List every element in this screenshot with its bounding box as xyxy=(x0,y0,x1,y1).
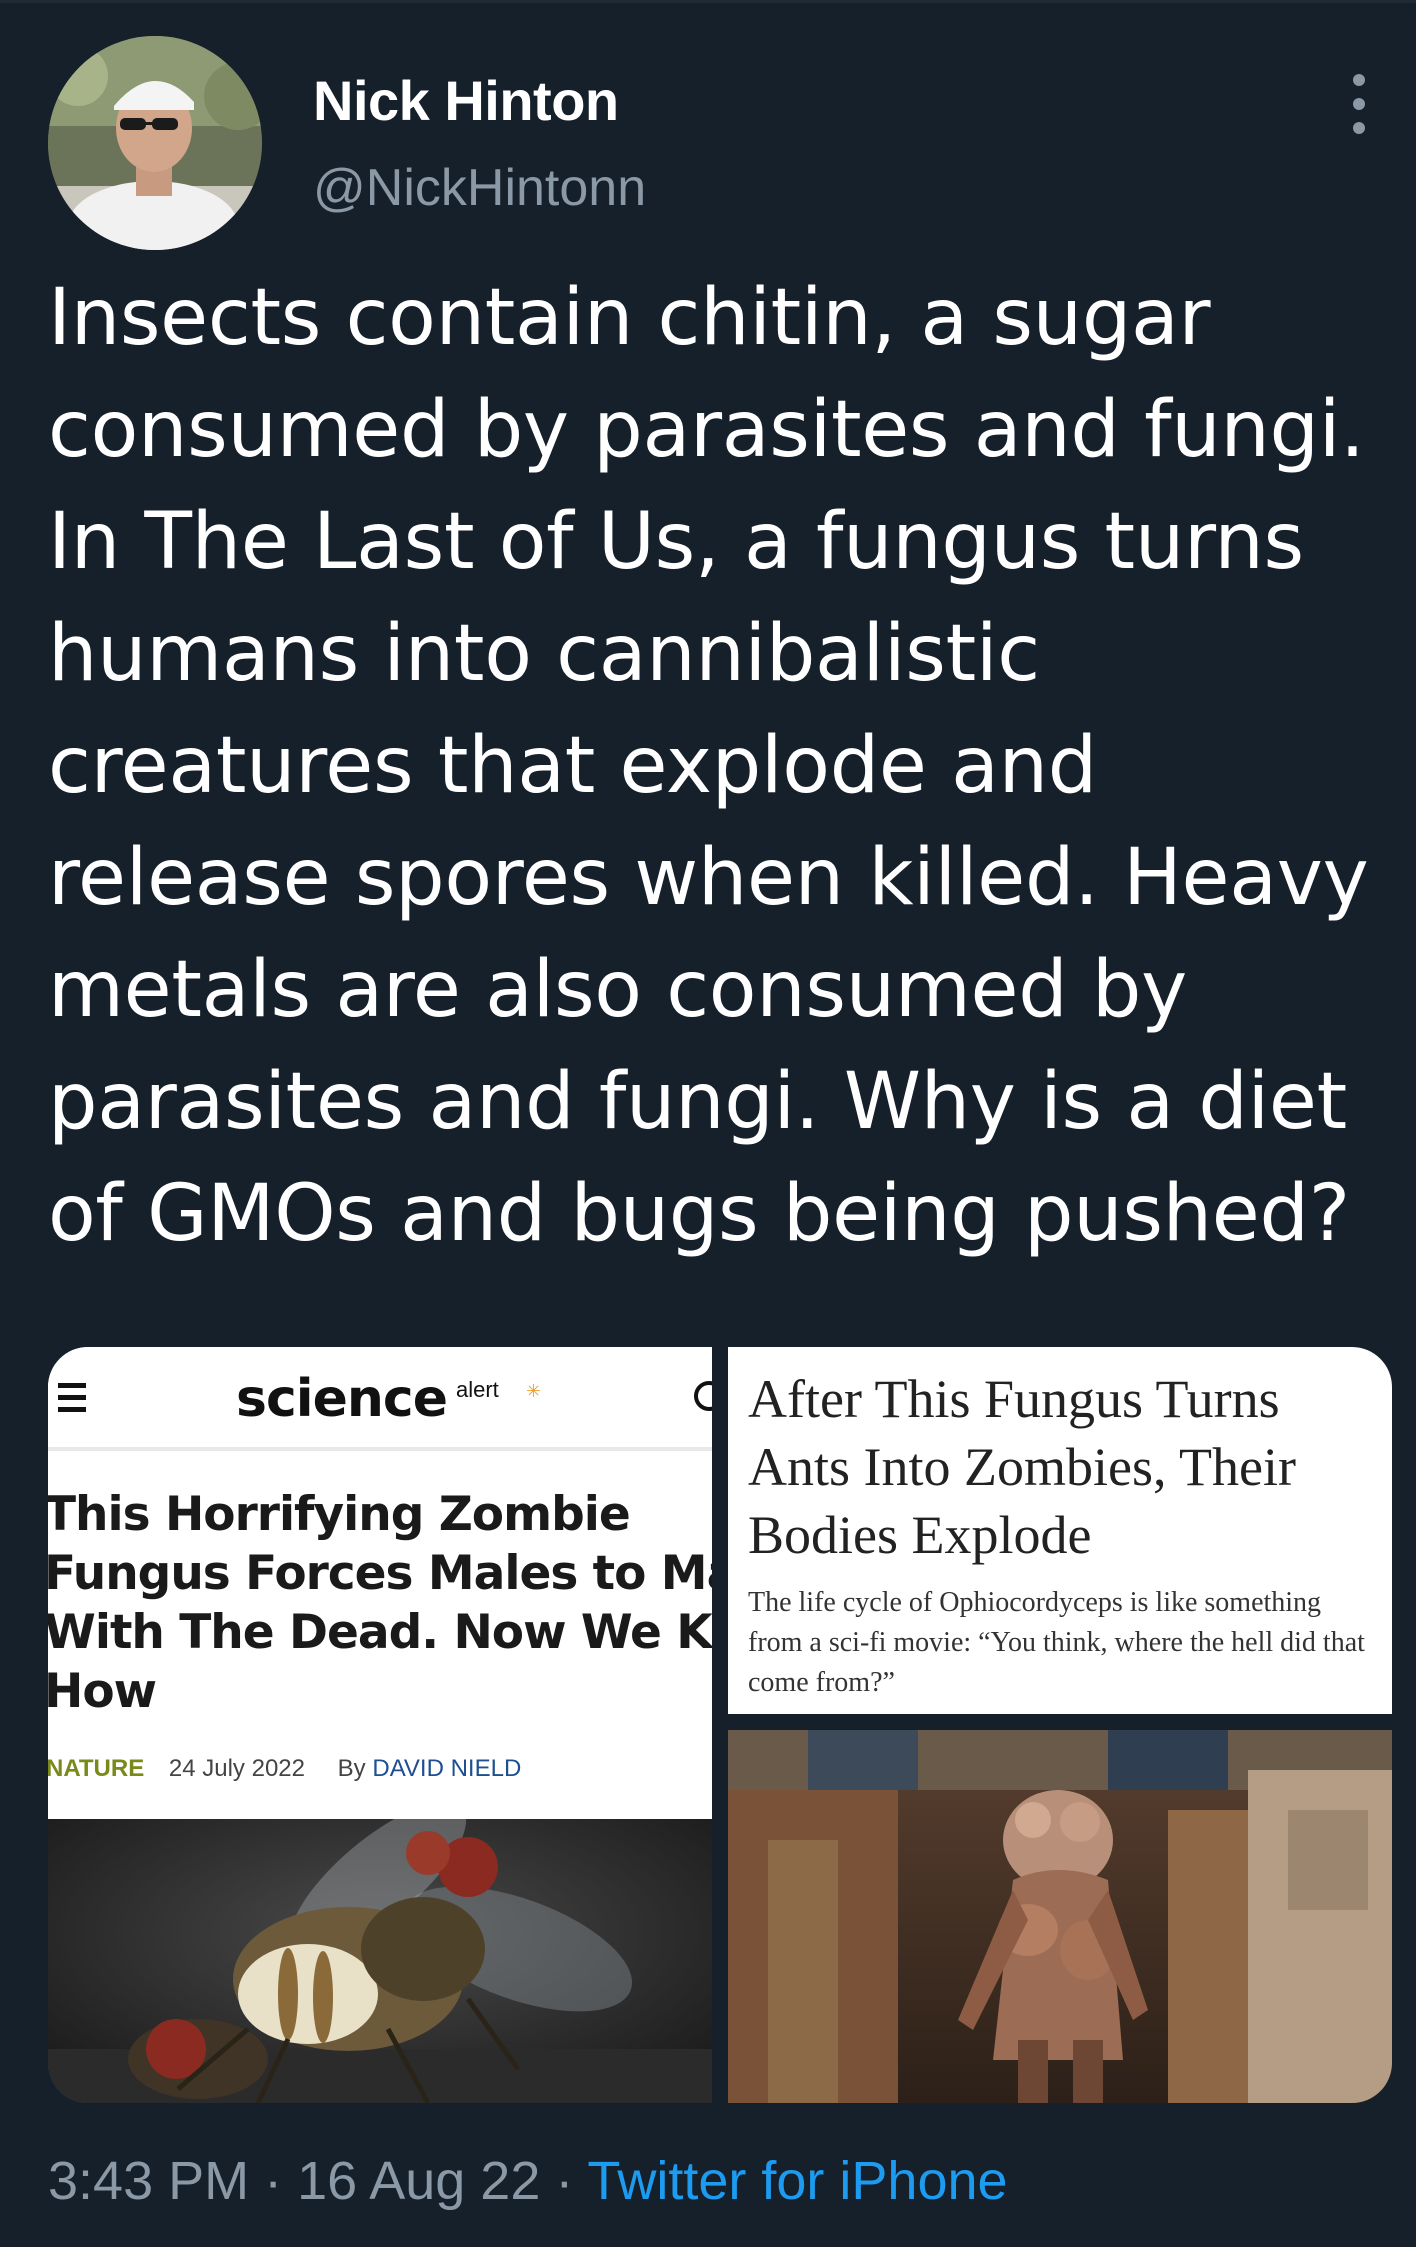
science-alert-logo: science xyxy=(236,1369,448,1429)
tweet-date: 16 Aug 22 xyxy=(297,2151,541,2211)
media-grid: science alert ✳ This Horrifying Zombie F… xyxy=(48,1347,1392,2103)
tweet-meta: 3:43 PM · 16 Aug 22 · Twitter for iPhone xyxy=(48,2150,1008,2212)
author-handle[interactable]: @NickHintonn xyxy=(313,158,646,218)
tweet-time: 3:43 PM xyxy=(48,2151,250,2211)
fly-photo xyxy=(48,1801,712,2103)
article-date: 24 July 2022 xyxy=(168,1755,305,1782)
meta-separator: · xyxy=(540,2151,588,2211)
top-divider xyxy=(0,0,1416,3)
tweet-source-link[interactable]: Twitter for iPhone xyxy=(587,2151,1007,2211)
media-game-scene[interactable] xyxy=(728,1730,1392,2103)
science-alert-headline: This Horrifying Zombie Fungus Forces Mal… xyxy=(48,1487,712,1719)
article-category: NATURE xyxy=(48,1755,145,1782)
tweet-text: Insects contain chitin, a sugar consumed… xyxy=(48,273,1369,1259)
article-by: By xyxy=(337,1755,366,1782)
meta-separator: · xyxy=(249,2151,298,2211)
media-nyt-article[interactable]: After This Fungus Turns Ants Into Zombie… xyxy=(728,1347,1392,1714)
author-name[interactable]: Nick Hinton xyxy=(313,68,619,133)
article-author: DAVID NIELD xyxy=(372,1755,522,1782)
article-meta: NATURE 24 July 2022 By DAVID NIELD xyxy=(48,1755,521,1783)
science-alert-header: science alert ✳ xyxy=(48,1347,712,1451)
nyt-subheadline: The life cycle of Ophiocordyceps is like… xyxy=(748,1587,1365,1698)
science-alert-logo-suffix: alert xyxy=(456,1377,499,1402)
media-science-alert[interactable]: science alert ✳ This Horrifying Zombie F… xyxy=(48,1347,712,2103)
search-icon xyxy=(694,1381,712,1411)
nyt-headline: After This Fungus Turns Ants Into Zombie… xyxy=(748,1369,1296,1565)
avatar[interactable] xyxy=(48,36,262,250)
more-options-icon[interactable] xyxy=(1344,74,1374,134)
hamburger-menu-icon xyxy=(58,1383,86,1413)
sparkle-icon: ✳ xyxy=(526,1381,542,1401)
